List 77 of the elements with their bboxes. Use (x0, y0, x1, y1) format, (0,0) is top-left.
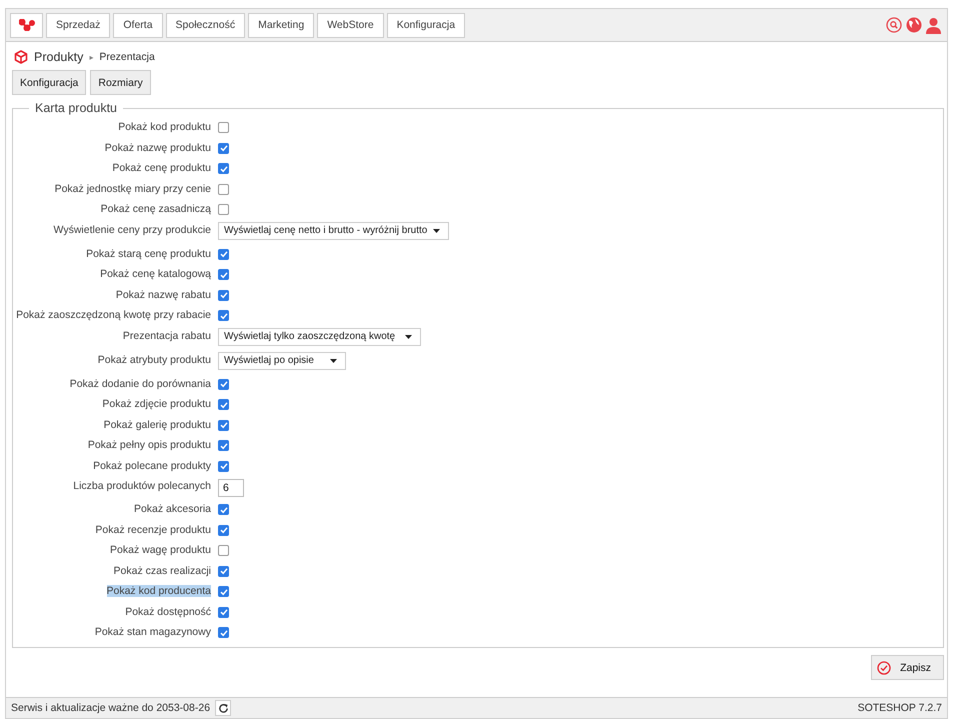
checkbox[interactable] (218, 310, 229, 321)
checkbox[interactable] (218, 566, 229, 576)
nav-tab[interactable]: Marketing (248, 12, 314, 38)
checkbox[interactable] (218, 440, 229, 451)
field-label: Pokaż cenę zasadniczą (100, 203, 211, 215)
version-text: SOTESHOP 7.2.7 (858, 702, 942, 714)
checkbox[interactable] (218, 378, 229, 390)
field-label: Pokaż nazwę produktu (104, 142, 211, 154)
panel-legend: Karta produktu (29, 101, 123, 115)
save-button[interactable]: Zapisz (871, 655, 944, 680)
nav-tab[interactable]: WebStore (317, 12, 384, 38)
section-tab[interactable]: Konfiguracja (12, 70, 86, 95)
checkbox[interactable] (218, 420, 229, 430)
checkbox[interactable] (218, 204, 229, 215)
field-label: Pokaż starą cenę produktu (86, 248, 211, 260)
box-icon (14, 50, 28, 64)
checkbox[interactable] (218, 290, 229, 300)
field-label: Pokaż dostępność (125, 606, 211, 618)
breadcrumb-current: Prezentacja (99, 51, 155, 63)
check-circle-icon (877, 660, 892, 674)
caret-icon (330, 358, 337, 362)
checkbox[interactable] (218, 122, 229, 133)
field-label: Pokaż zaoszczędzoną kwotę przy rabacie (16, 309, 211, 321)
field-label: Liczba produktów polecanych (73, 480, 211, 492)
field-label: Pokaż nazwę rabatu (116, 288, 211, 300)
field-label: Pokaż zdjęcie produktu (102, 398, 211, 410)
user-icon[interactable] (926, 16, 941, 34)
field-label: Pokaż wagę produktu (110, 544, 211, 556)
checkbox[interactable] (218, 545, 229, 556)
dropdown[interactable]: Wyświetlaj cenę netto i brutto - wyróżnij brutto (218, 222, 450, 240)
refresh-button[interactable] (215, 700, 232, 716)
dropdown[interactable]: Wyświetlaj po opisie (218, 352, 346, 370)
logo-button[interactable] (10, 12, 43, 38)
breadcrumb-link[interactable]: Produkty (34, 50, 84, 64)
nav-tab[interactable]: Sprzedaż (46, 12, 110, 38)
nodes-icon (18, 19, 34, 31)
globe-icon[interactable] (906, 17, 922, 33)
field-label: Pokaż polecane produkty (93, 460, 211, 472)
search-icon[interactable] (886, 17, 902, 33)
license-text: Serwis i aktualizacje ważne do 2053-08-26 (11, 702, 210, 714)
field-label: Pokaż atrybuty produktu (98, 354, 211, 366)
field-label: Pokaż pełny opis produktu (88, 439, 211, 451)
field-label: Pokaż akcesoria (134, 503, 211, 515)
nav-tab[interactable]: Społeczność (166, 12, 246, 38)
checkbox[interactable] (218, 184, 229, 194)
field-label: Pokaż stan magazynowy (94, 626, 211, 638)
field-label: Pokaż cenę produktu (112, 162, 211, 174)
field-label: Pokaż cenę katalogową (100, 268, 211, 280)
caret-icon (405, 334, 412, 338)
field-label: Wyświetlenie ceny przy produkcie (54, 224, 211, 236)
number-field[interactable]: 6 (218, 479, 244, 497)
field-label: Pokaż dodanie do porównania (70, 378, 211, 390)
checkbox[interactable] (218, 142, 229, 154)
field-label: Pokaż recenzje produktu (95, 524, 211, 536)
nav-tab[interactable]: Oferta (113, 12, 163, 38)
checkbox[interactable] (218, 504, 229, 515)
breadcrumb-separator: ▸ (89, 52, 94, 62)
checkbox[interactable] (218, 627, 229, 638)
checkbox[interactable] (218, 460, 229, 472)
checkbox[interactable] (218, 399, 229, 410)
checkbox[interactable] (218, 163, 229, 174)
field-label: Pokaż kod producenta (106, 585, 211, 597)
field-label: Pokaż kod produktu (118, 121, 211, 133)
checkbox[interactable] (218, 606, 229, 618)
dropdown[interactable]: Wyświetlaj tylko zaoszczędzoną kwotę (218, 328, 421, 346)
checkbox[interactable] (218, 269, 229, 280)
checkbox[interactable] (218, 586, 229, 597)
field-label: Pokaż czas realizacji (114, 564, 211, 576)
checkbox[interactable] (218, 248, 229, 260)
refresh-icon (218, 702, 229, 714)
field-label: Pokaż galerię produktu (104, 418, 211, 430)
field-label: Prezentacja rabatu (122, 330, 211, 342)
checkbox[interactable] (218, 524, 229, 536)
section-tab[interactable]: Rozmiary (90, 70, 151, 95)
nav-tab[interactable]: Konfiguracja (386, 12, 466, 38)
caret-icon (433, 228, 440, 232)
field-label: Pokaż jednostkę miary przy cenie (54, 182, 211, 194)
